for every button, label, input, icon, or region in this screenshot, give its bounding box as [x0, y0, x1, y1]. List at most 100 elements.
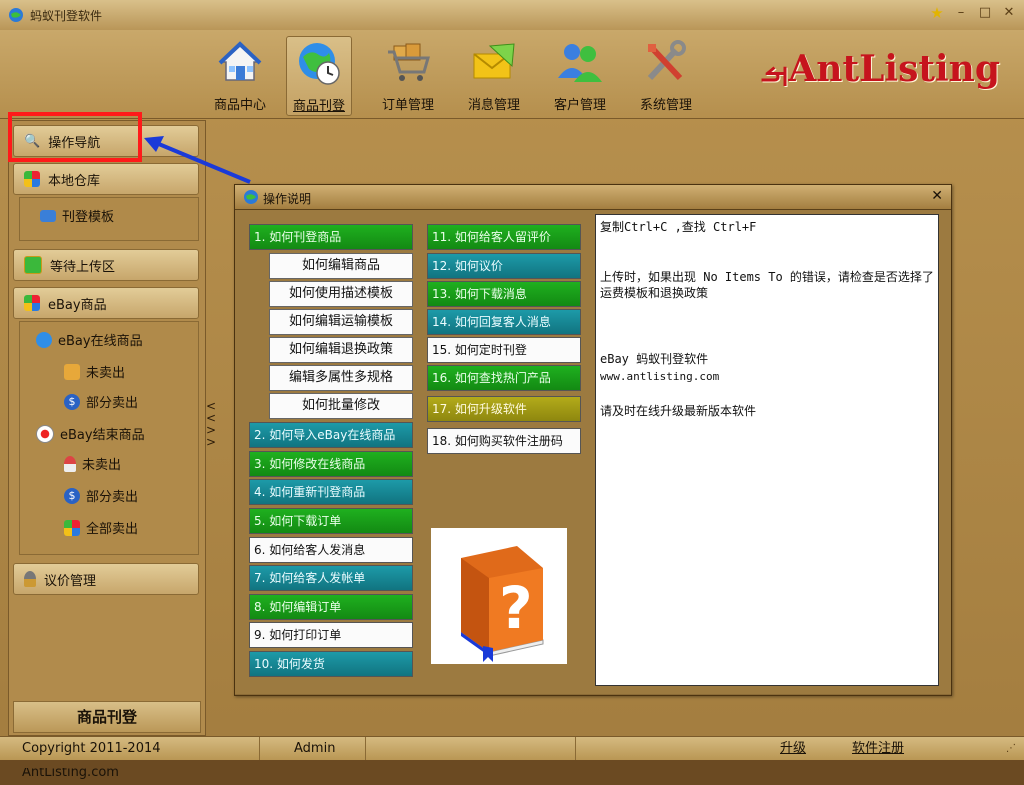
- topic-7[interactable]: 7. 如何给客人发帐单: [249, 565, 413, 591]
- title-bar[interactable]: 蚂蚁刊登软件 ★ – □ ✕: [0, 0, 1024, 31]
- envelope-icon: [473, 43, 515, 79]
- nav-message-management[interactable]: 消息管理: [462, 36, 526, 114]
- sidebar-item-ended-partial[interactable]: $ 部分卖出: [64, 486, 138, 505]
- sidebar-item-ebay-products[interactable]: eBay商品: [13, 287, 199, 319]
- window-bottom-edge: [0, 760, 1024, 768]
- nav-product-listing[interactable]: 商品刊登: [286, 36, 352, 116]
- topic-17[interactable]: 17. 如何升级软件: [427, 396, 581, 422]
- close-button[interactable]: ✕: [1002, 6, 1016, 20]
- shield-icon: [24, 295, 40, 311]
- magnifier-icon: 🔍: [24, 133, 41, 149]
- nav-customer-management[interactable]: 客户管理: [548, 36, 612, 114]
- nav-label: 客户管理: [553, 98, 606, 113]
- topic-13[interactable]: 13. 如何下载消息: [427, 281, 581, 307]
- person-icon: [64, 455, 76, 472]
- sidebar-item-ebay-online[interactable]: eBay在线商品: [36, 330, 143, 349]
- maximize-button[interactable]: □: [978, 6, 992, 20]
- globe-clock-icon: [299, 43, 340, 85]
- info-upload-error: 上传时，如果出现 No Items To 的错误，请检查是否选择了运费模板和退换…: [600, 270, 934, 300]
- shield-icon: [24, 171, 40, 187]
- subtopic-edit-product[interactable]: 如何编辑商品: [269, 253, 413, 279]
- minimize-button[interactable]: –: [954, 6, 968, 20]
- nav-system-management[interactable]: 系统管理: [634, 36, 698, 114]
- dialog-title-bar[interactable]: 操作说明 ✕: [235, 185, 951, 210]
- nav-label: 订单管理: [381, 98, 434, 113]
- sidebar-footer-title: 商品刊登: [13, 701, 201, 733]
- dollar-icon: $: [64, 393, 80, 410]
- current-user: Admin: [286, 737, 366, 761]
- sidebar-item-ebay-ended[interactable]: eBay结束商品: [36, 424, 145, 443]
- svg-text:?: ?: [499, 574, 533, 642]
- sidebar-item-pending-upload[interactable]: 等待上传区: [13, 249, 199, 281]
- nav-label: 商品中心: [213, 98, 266, 113]
- sidebar-item-local-warehouse[interactable]: 本地仓库: [13, 163, 199, 195]
- help-dialog: 操作说明 ✕ 1. 如何刊登商品 如何编辑商品 如何使用描述模板 如何编辑运输模…: [234, 184, 952, 696]
- sidebar-item-partially-sold[interactable]: $ 部分卖出: [64, 392, 138, 411]
- nav-order-management[interactable]: 订单管理: [376, 36, 440, 114]
- topic-8[interactable]: 8. 如何编辑订单: [249, 594, 413, 620]
- upload-box-icon: [24, 256, 42, 274]
- topic-12[interactable]: 12. 如何议价: [427, 253, 581, 279]
- window-title: 蚂蚁刊登软件: [30, 9, 103, 23]
- globe-icon: [36, 331, 52, 348]
- star-icon[interactable]: ★: [930, 6, 944, 21]
- info-software-name: eBay 蚂蚁刊登软件: [600, 352, 709, 366]
- sidebar-item-unsold[interactable]: 未卖出: [64, 362, 125, 381]
- upgrade-link[interactable]: 升级: [780, 737, 806, 761]
- resize-grip-icon[interactable]: ⋰: [1006, 743, 1016, 754]
- brand-logo: ࡌAntListing: [760, 48, 1000, 90]
- shield-icon: [64, 519, 80, 536]
- chevron-right-icon: >: [206, 435, 217, 449]
- dialog-title: 操作说明: [263, 192, 312, 206]
- nav-label: 消息管理: [467, 98, 520, 113]
- topic-18[interactable]: 18. 如何购买软件注册码: [427, 428, 581, 454]
- register-link[interactable]: 软件注册: [852, 737, 904, 761]
- topic-1[interactable]: 1. 如何刊登商品: [249, 224, 413, 250]
- topic-4[interactable]: 4. 如何重新刊登商品: [249, 479, 413, 505]
- subtopic-description-template[interactable]: 如何使用描述模板: [269, 281, 413, 307]
- app-window: 蚂蚁刊登软件 ★ – □ ✕ 商品中心 商品刊登 订单管理 消息管理 客户管理 …: [0, 0, 1024, 780]
- topic-6[interactable]: 6. 如何给客人发消息: [249, 537, 413, 563]
- topic-9[interactable]: 9. 如何打印订单: [249, 622, 413, 648]
- topic-16[interactable]: 16. 如何查找热门产品: [427, 365, 581, 391]
- subtopic-multi-variation[interactable]: 编辑多属性多规格: [269, 365, 413, 391]
- sidebar-item-nav-guide[interactable]: 🔍 操作导航: [13, 125, 199, 157]
- app-logo-icon: [244, 190, 258, 204]
- topic-15[interactable]: 15. 如何定时刊登: [427, 337, 581, 363]
- person-icon: [24, 571, 36, 587]
- users-icon: [558, 44, 602, 82]
- box-icon: [64, 363, 80, 380]
- help-book-icon: ?: [431, 528, 567, 664]
- copyright-text: Copyright 2011-2014 AntListing.com: [14, 737, 260, 780]
- sidebar-item-ended-all-sold[interactable]: 全部卖出: [64, 518, 138, 537]
- nav-product-center[interactable]: 商品中心: [208, 36, 272, 114]
- subtopic-bulk-edit[interactable]: 如何批量修改: [269, 393, 413, 419]
- status-bar: Copyright 2011-2014 AntListing.com Admin…: [0, 736, 1024, 780]
- info-website: www.antlisting.com: [600, 370, 720, 383]
- sidebar: 🔍 操作导航 本地仓库 刊登模板 等待上传区 eBay商品 eBay在线商品 未…: [8, 120, 206, 736]
- tools-icon: [647, 40, 686, 81]
- subtopic-shipping-template[interactable]: 如何编辑运输模板: [269, 309, 413, 335]
- ant-logo-icon: ࡌ: [760, 55, 789, 88]
- subtopic-return-policy[interactable]: 如何编辑退换政策: [269, 337, 413, 363]
- topic-3[interactable]: 3. 如何修改在线商品: [249, 451, 413, 477]
- topic-5[interactable]: 5. 如何下载订单: [249, 508, 413, 534]
- nav-label: 商品刊登: [292, 99, 345, 114]
- ebay-products-panel: eBay在线商品 未卖出 $ 部分卖出 eBay结束商品 未卖出 $ 部分卖出: [19, 321, 199, 555]
- topic-11[interactable]: 11. 如何给客人留评价: [427, 224, 581, 250]
- info-upgrade-notice: 请及时在线升级最新版本软件: [600, 404, 757, 418]
- info-text-panel[interactable]: 复制Ctrl+C ,查找 Ctrl+F 上传时，如果出现 No Items To…: [595, 214, 939, 686]
- dialog-close-button[interactable]: ✕: [931, 188, 943, 204]
- sidebar-item-listing-template[interactable]: 刊登模板: [40, 206, 114, 225]
- record-icon: [36, 424, 54, 443]
- status-empty: [366, 737, 576, 761]
- sidebar-collapse-toggle[interactable]: < < > >: [206, 400, 216, 448]
- monitor-icon: [40, 209, 56, 222]
- sidebar-item-ended-unsold[interactable]: 未卖出: [64, 454, 121, 473]
- topic-10[interactable]: 10. 如何发货: [249, 651, 413, 677]
- topic-14[interactable]: 14. 如何回复客人消息: [427, 309, 581, 335]
- sidebar-item-bargain-management[interactable]: 议价管理: [13, 563, 199, 595]
- topic-2[interactable]: 2. 如何导入eBay在线商品: [249, 422, 413, 448]
- top-toolbar: 商品中心 商品刊登 订单管理 消息管理 客户管理 系统管理 ࡌAntListin…: [0, 30, 1024, 119]
- dialog-body: 1. 如何刊登商品 如何编辑商品 如何使用描述模板 如何编辑运输模板 如何编辑退…: [235, 210, 951, 694]
